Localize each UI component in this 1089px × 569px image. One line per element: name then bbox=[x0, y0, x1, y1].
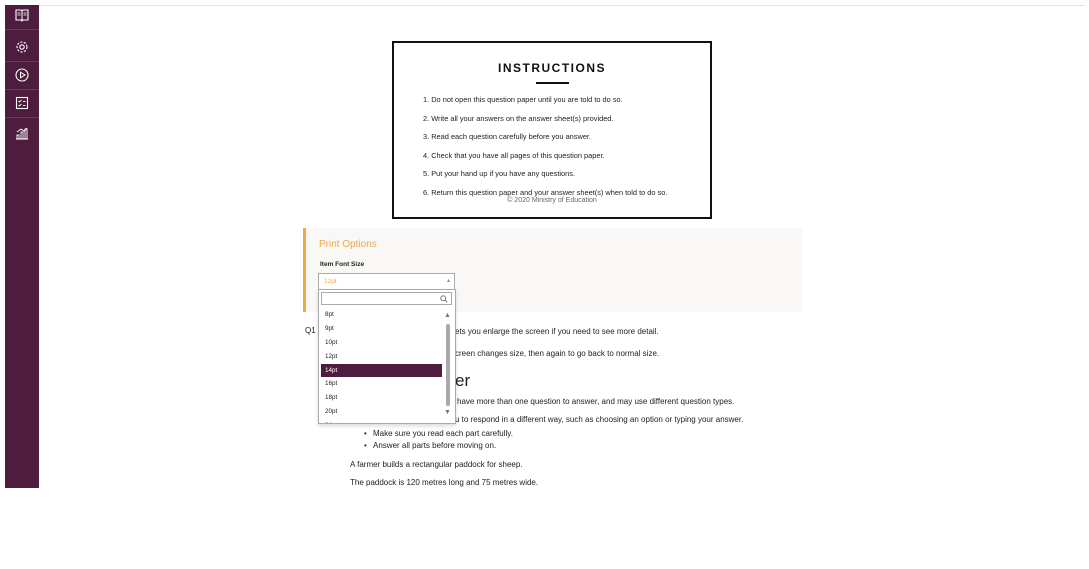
instruction-item: 4. Check that you have all pages of this… bbox=[423, 150, 605, 160]
dropdown-option[interactable]: 20pt bbox=[321, 405, 442, 419]
question-bullets: Make sure you read each part carefully. … bbox=[364, 428, 513, 452]
scroll-up-icon[interactable]: ▲ bbox=[444, 312, 451, 319]
dropdown-option[interactable]: 18pt bbox=[321, 391, 442, 405]
sidebar-item-settings[interactable] bbox=[5, 37, 39, 62]
sidebar-item-book[interactable] bbox=[5, 5, 39, 30]
dropdown-option[interactable]: 24pt bbox=[321, 419, 442, 423]
font-size-selected-value: 12pt bbox=[324, 278, 337, 285]
question-text-line: creen changes size, then again to go bac… bbox=[455, 349, 660, 358]
dropdown-option[interactable]: 10pt bbox=[321, 336, 442, 350]
list-item: Make sure you read each part carefully. bbox=[364, 428, 513, 440]
dropdown-options: 8pt 9pt 10pt 12pt 14pt 16pt 18pt 20pt 24… bbox=[321, 308, 442, 423]
chart-icon bbox=[14, 125, 30, 146]
instruction-item: 3. Read each question carefully before y… bbox=[423, 132, 592, 141]
dropdown-scrollbar[interactable]: ▲ ▼ bbox=[444, 310, 452, 420]
top-border bbox=[39, 5, 1085, 6]
scrollbar-thumb[interactable] bbox=[446, 324, 450, 406]
sidebar bbox=[5, 5, 39, 488]
instructions-panel: INSTRUCTIONS 1. Do not open this questio… bbox=[392, 41, 712, 219]
dropdown-option[interactable]: 12pt bbox=[321, 350, 442, 364]
sidebar-item-checklist[interactable] bbox=[5, 93, 39, 118]
chevron-up-icon: ▴ bbox=[446, 278, 450, 284]
instructions-title: INSTRUCTIONS bbox=[498, 61, 606, 75]
dropdown-option[interactable]: 16pt bbox=[321, 377, 442, 391]
instruction-item: 2. Write all your answers on the answer … bbox=[423, 113, 614, 123]
question-text-line: ets you enlarge the screen if you need t… bbox=[455, 327, 659, 336]
question-heading: er bbox=[455, 371, 471, 390]
font-size-dropdown: 8pt 9pt 10pt 12pt 14pt 16pt 18pt 20pt 24… bbox=[318, 289, 456, 424]
question-text-line: have more than one question to answer, a… bbox=[457, 397, 735, 406]
book-icon bbox=[14, 7, 30, 28]
font-size-select[interactable]: 12pt ▴ bbox=[318, 273, 455, 290]
question-paragraph: The paddock is 120 metres long and 75 me… bbox=[350, 478, 539, 487]
search-icon bbox=[440, 295, 448, 303]
question-number: Q1 bbox=[305, 326, 316, 335]
list-item: Answer all parts before moving on. bbox=[364, 440, 513, 452]
copyright-text: © 2020 Ministry of Education bbox=[507, 197, 597, 204]
question-paragraph: A farmer builds a rectangular paddock fo… bbox=[350, 460, 523, 469]
print-options-title: Print Options bbox=[319, 239, 377, 250]
font-size-label: Item Font Size bbox=[320, 261, 365, 268]
dropdown-option[interactable]: 8pt bbox=[321, 308, 442, 322]
instructions-list: 1. Do not open this question paper until… bbox=[423, 95, 667, 206]
question-text-line: u to respond in a different way, such as… bbox=[455, 415, 744, 424]
sidebar-item-play[interactable] bbox=[5, 65, 39, 90]
dropdown-option[interactable]: 9pt bbox=[321, 322, 442, 336]
scroll-down-icon[interactable]: ▼ bbox=[444, 409, 451, 416]
instruction-item: 1. Do not open this question paper until… bbox=[423, 95, 623, 104]
play-icon bbox=[14, 67, 30, 88]
sidebar-item-results[interactable] bbox=[5, 123, 39, 147]
dropdown-option-highlighted[interactable]: 14pt bbox=[321, 363, 442, 378]
dropdown-search-input[interactable] bbox=[321, 292, 452, 305]
checklist-icon bbox=[14, 95, 30, 116]
title-underline bbox=[536, 82, 569, 84]
instruction-item: 5. Put your hand up if you have any ques… bbox=[423, 169, 576, 178]
gear-icon bbox=[14, 39, 30, 60]
